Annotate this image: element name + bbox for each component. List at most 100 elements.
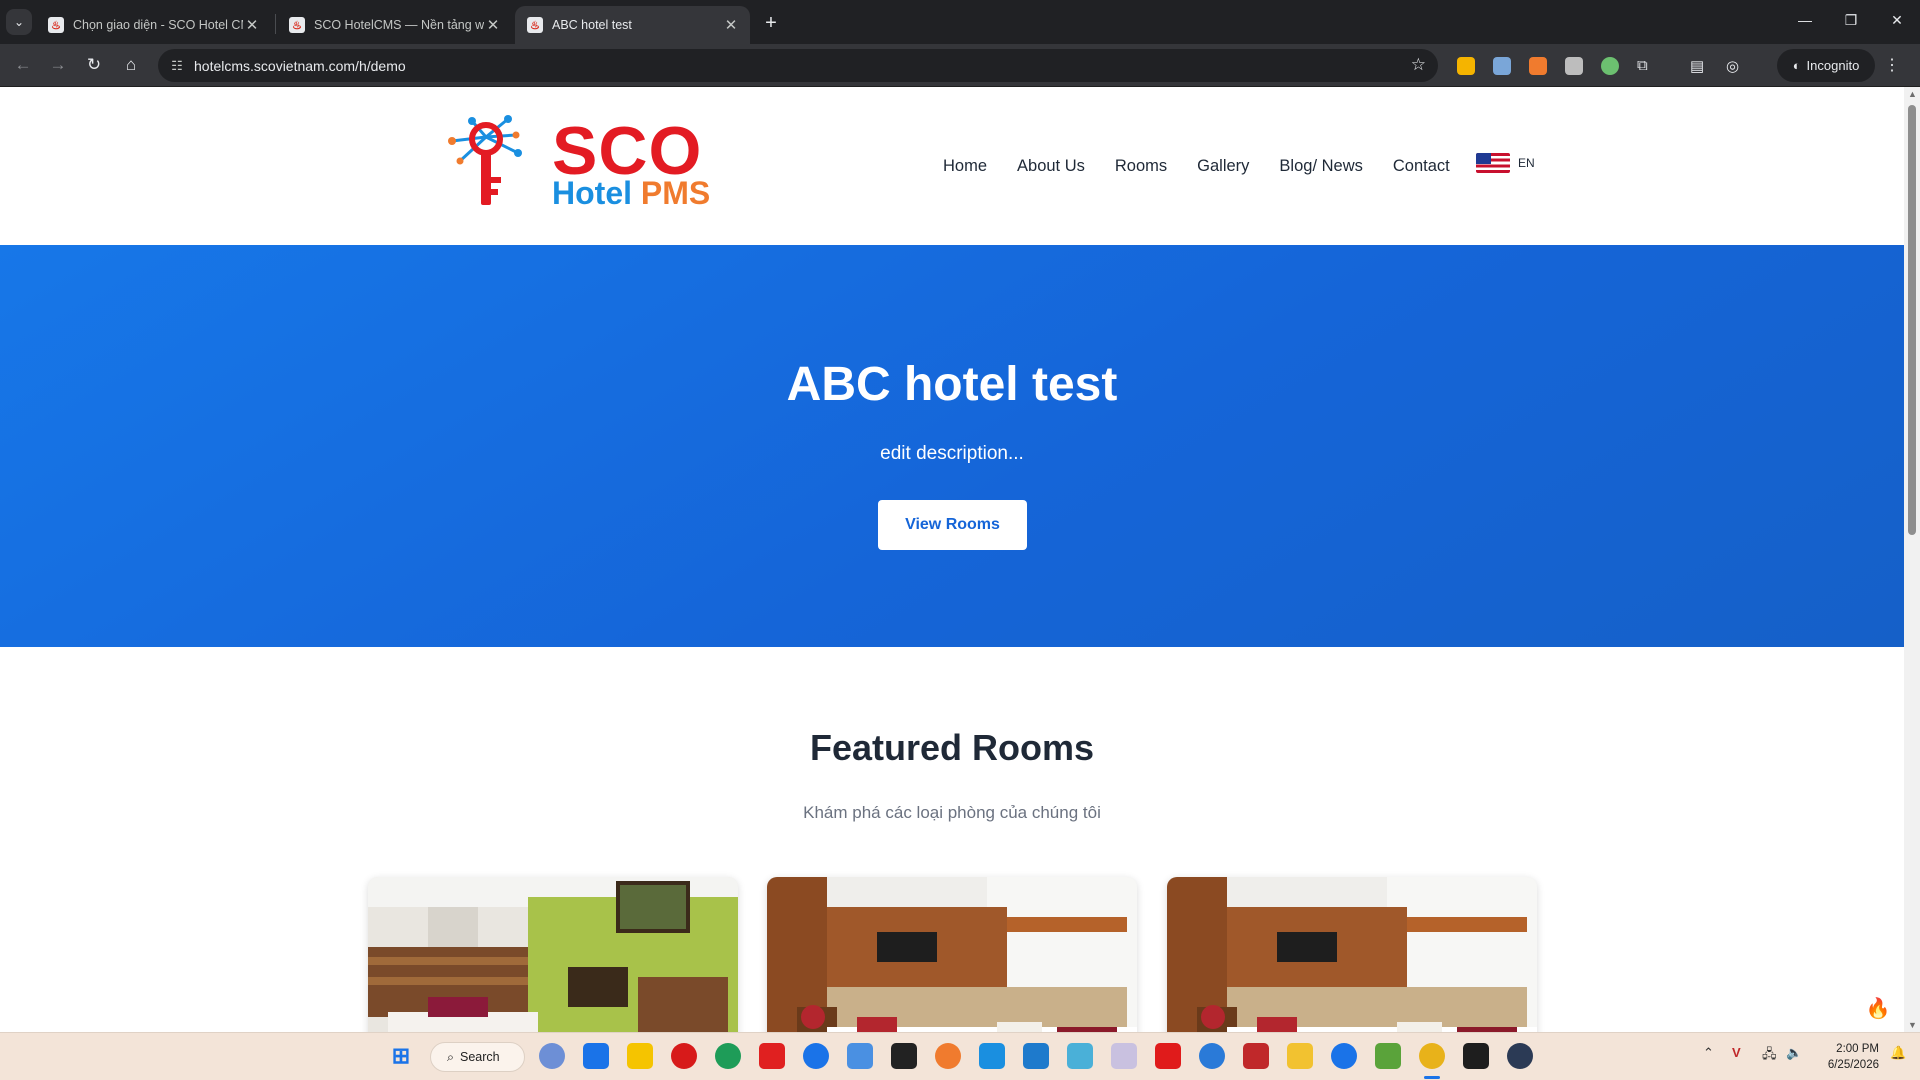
reload-icon[interactable]: ↻	[79, 50, 109, 80]
close-window-icon[interactable]: ✕	[1874, 0, 1920, 40]
shopee-icon[interactable]	[759, 1043, 785, 1069]
incognito-glasses-icon[interactable]: ◎	[1726, 57, 1744, 75]
tab-title: ABC hotel test	[552, 18, 632, 32]
nav-home[interactable]: Home	[943, 157, 987, 176]
reading-list-icon[interactable]: ▤	[1690, 57, 1708, 75]
site-logo[interactable]: SCO Hotel PMS	[446, 113, 726, 209]
browser-tab-2[interactable]: ♨ SCO HotelCMS — Nền tảng website ✕	[277, 6, 512, 44]
bookmark-star-icon[interactable]: ☆	[1411, 55, 1426, 75]
windows-taskbar: ⊞ ⌕ Search ⌃ V 🖧 🔈 2:00 PM 6/25/2026 🔔	[0, 1032, 1920, 1080]
address-bar[interactable]: ☷ hotelcms.scovietnam.com/h/demo ☆	[158, 49, 1438, 82]
cloud-icon[interactable]	[1199, 1043, 1225, 1069]
tray-chevron-icon[interactable]: ⌃	[1703, 1045, 1714, 1061]
filezilla-icon[interactable]	[1243, 1043, 1269, 1069]
site-header: SCO Hotel PMS Home About Us Rooms Galler…	[0, 87, 1904, 245]
copilot-icon[interactable]	[979, 1043, 1005, 1069]
scroll-up-arrow-icon[interactable]: ▲	[1908, 89, 1917, 99]
windows-start-icon[interactable]: ⊞	[388, 1043, 414, 1069]
extension-sco-icon[interactable]	[1529, 57, 1547, 75]
network-icon[interactable]: 🖧	[1762, 1045, 1777, 1067]
notion-icon[interactable]	[891, 1043, 917, 1069]
nav-rooms[interactable]: Rooms	[1115, 157, 1167, 176]
minimize-icon[interactable]: —	[1782, 0, 1828, 40]
site-info-icon[interactable]: ☷	[168, 57, 186, 75]
browser-tab-1[interactable]: ♨ Chọn giao diện - SCO Hotel CMS ✕	[36, 6, 271, 44]
tab-title: SCO HotelCMS — Nền tảng website	[314, 18, 484, 32]
youtube-icon[interactable]	[1155, 1043, 1181, 1069]
taskbar-search[interactable]: ⌕ Search	[430, 1042, 525, 1072]
room-card[interactable]	[767, 877, 1137, 1032]
volume-icon[interactable]: 🔈	[1786, 1045, 1802, 1061]
extensions-puzzle-icon[interactable]: ⧉	[1637, 57, 1655, 75]
terminal-icon[interactable]	[1463, 1043, 1489, 1069]
view-rooms-button[interactable]: View Rooms	[878, 500, 1027, 550]
hero-banner: ABC hotel test edit description... View …	[0, 245, 1904, 647]
system-clock[interactable]: 2:00 PM 6/25/2026	[1819, 1041, 1879, 1073]
page-viewport: SCO Hotel PMS Home About Us Rooms Galler…	[0, 87, 1904, 1032]
nav-gallery[interactable]: Gallery	[1197, 157, 1249, 176]
browser-menu-icon[interactable]: ⋮	[1884, 55, 1900, 75]
forward-icon[interactable]: →	[43, 50, 73, 80]
edge-icon[interactable]	[715, 1043, 741, 1069]
language-code: EN	[1518, 156, 1535, 170]
zalo-icon[interactable]	[1331, 1043, 1357, 1069]
nav-about-us[interactable]: About Us	[1017, 157, 1085, 176]
hotel-favicon-icon: ♨	[48, 17, 64, 33]
fire-widget-icon[interactable]: 🔥	[1864, 993, 1892, 1023]
restore-icon[interactable]: ❐	[1828, 0, 1874, 40]
incognito-badge[interactable]: ◐ Incognito	[1777, 49, 1875, 82]
browser-tab-3-active[interactable]: ♨ ABC hotel test ✕	[515, 6, 750, 44]
nav-blog-news[interactable]: Blog/ News	[1279, 157, 1362, 176]
home-icon[interactable]: ⌂	[116, 50, 146, 80]
mail-icon[interactable]	[1067, 1043, 1093, 1069]
room-card[interactable]	[1167, 877, 1537, 1032]
notepad-icon[interactable]	[1375, 1043, 1401, 1069]
close-icon[interactable]: ✕	[243, 16, 261, 34]
room-card[interactable]	[368, 877, 738, 1032]
close-icon[interactable]: ✕	[722, 16, 740, 34]
logo-subtitle: Hotel PMS	[552, 177, 710, 209]
incognito-label: Incognito	[1806, 58, 1860, 73]
scroll-down-arrow-icon[interactable]: ▼	[1908, 1020, 1917, 1030]
extension-keep-icon[interactable]	[1457, 57, 1475, 75]
hero-title: ABC hotel test	[786, 358, 1118, 411]
claude-icon[interactable]	[935, 1043, 961, 1069]
devtools-app-icon[interactable]	[1507, 1043, 1533, 1069]
hotel-favicon-icon: ♨	[527, 17, 543, 33]
click-app-icon[interactable]	[539, 1043, 565, 1069]
new-tab-button[interactable]: +	[758, 10, 784, 36]
vscode-icon[interactable]	[1023, 1043, 1049, 1069]
url-text[interactable]: hotelcms.scovietnam.com/h/demo	[194, 58, 406, 74]
snipping-tool-icon[interactable]	[847, 1043, 873, 1069]
hotel-favicon-icon: ♨	[289, 17, 305, 33]
tab-title: Chọn giao diện - SCO Hotel CMS	[73, 18, 243, 32]
app-grid-icon[interactable]	[1111, 1043, 1137, 1069]
notification-bell-icon[interactable]: 🔔	[1890, 1045, 1906, 1061]
logo-hotel-text: Hotel	[552, 175, 632, 211]
close-icon[interactable]: ✕	[484, 16, 502, 34]
logo-pms-text: PMS	[640, 175, 711, 211]
room-photo	[767, 877, 1137, 1032]
file-explorer-icon[interactable]	[1287, 1043, 1313, 1069]
tray-v-icon[interactable]: V	[1732, 1045, 1741, 1060]
room-photo	[368, 877, 738, 1032]
chrome-icon[interactable]	[1419, 1043, 1445, 1069]
language-switcher[interactable]: EN	[1476, 153, 1535, 173]
featured-rooms-title: Featured Rooms	[809, 727, 1095, 768]
outlook-icon[interactable]	[583, 1043, 609, 1069]
record-icon[interactable]	[671, 1043, 697, 1069]
back-icon[interactable]: ←	[8, 50, 38, 80]
extension-screen-icon[interactable]	[1493, 57, 1511, 75]
tab-divider	[275, 14, 276, 34]
tab-search-chevron-icon[interactable]: ⌄	[6, 9, 32, 35]
page-scrollbar[interactable]: ▲ ▼	[1904, 87, 1920, 1032]
zalo-icon[interactable]	[803, 1043, 829, 1069]
sticky-notes-icon[interactable]	[627, 1043, 653, 1069]
scrollbar-thumb[interactable]	[1908, 105, 1916, 535]
nav-contact[interactable]: Contact	[1393, 157, 1450, 176]
extension-camera-icon[interactable]	[1565, 57, 1583, 75]
browser-toolbar: ← → ↻ ⌂ ☷ hotelcms.scovietnam.com/h/demo…	[0, 44, 1920, 87]
extension-color-icon[interactable]	[1601, 57, 1619, 75]
main-navigation: Home About Us Rooms Gallery Blog/ News C…	[943, 157, 1450, 176]
active-app-indicator	[1424, 1076, 1440, 1079]
